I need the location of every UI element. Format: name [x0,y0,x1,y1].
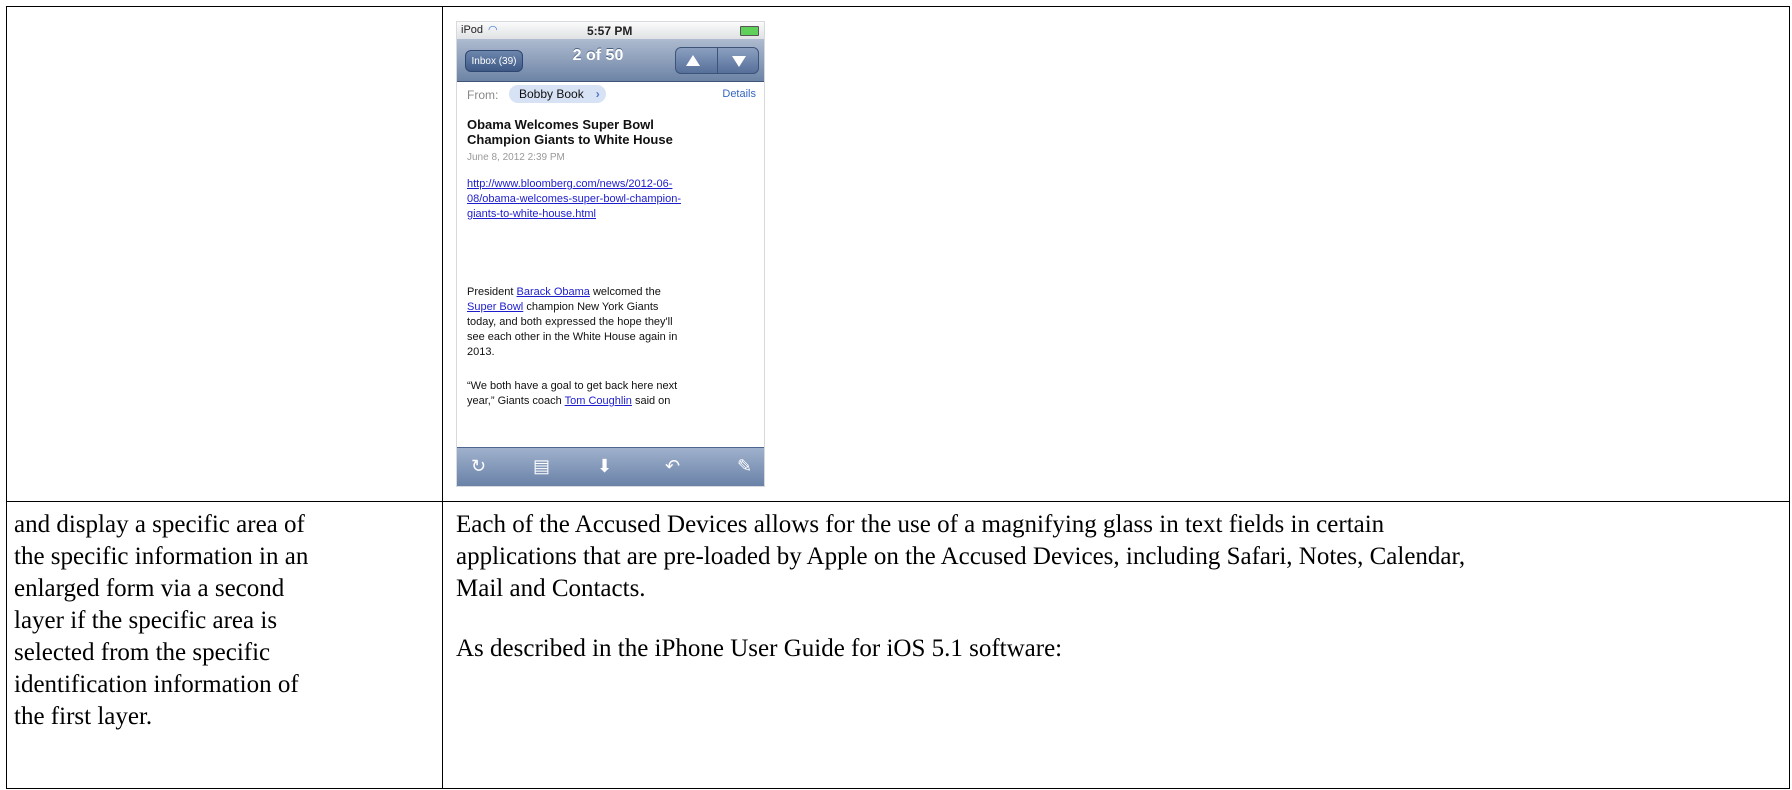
body-line: see each other in the White House again … [467,331,678,343]
compose-icon[interactable]: ✎ [737,456,752,476]
body-line: President Barack Obama welcomed the [467,285,755,300]
claim-line: the specific information in an [14,543,309,570]
email-subject: Obama Welcomes Super Bowl Champion Giant… [467,117,727,147]
claim-line: the first layer. [14,703,153,730]
evidence-paragraph-2: As described in the iPhone User Guide fo… [456,635,1063,662]
carrier-label: iPod [461,24,484,36]
claim-line: identification information of [14,671,299,698]
barack-obama-link[interactable]: Barack Obama [517,286,590,298]
email-date: June 8, 2012 2:39 PM [467,152,565,163]
mail-screenshot: iPod ◠ 5:57 PM Inbox (39) 2 of 50 From: … [456,21,765,487]
table-border-top [6,6,1790,7]
status-bar: iPod ◠ 5:57 PM [457,22,764,39]
message-counter: 2 of 50 [572,47,624,64]
mail-nav-bar: Inbox (39) 2 of 50 [457,39,764,82]
claim-element-text: and display a specific area of the speci… [14,509,434,733]
next-message-icon[interactable] [732,56,746,67]
super-bowl-link[interactable]: Super Bowl [467,301,523,313]
claim-line: layer if the specific area is [14,607,278,634]
email-paragraph-2: “We both have a goal to get back here ne… [467,379,755,409]
body-line: 2013. [467,346,495,358]
link-line: 08/obama-welcomes-super-bowl-champion- [467,193,681,205]
arrow-divider [717,48,718,73]
from-label: From: [467,88,499,102]
body-text-span: President [467,286,517,298]
claim-line: and display a specific area of [14,511,305,538]
link-line: giants-to-white-house.html [467,208,597,220]
evidence-text: Each of the Accused Devices allows for t… [456,509,1776,665]
table-border-left [6,6,7,789]
body-text-span: welcomed the [589,286,661,298]
sender-chip[interactable]: Bobby Book › [509,85,606,103]
battery-icon [740,26,759,36]
refresh-icon[interactable]: ↻ [471,456,486,476]
body-text-span: year,” Giants coach [467,395,565,407]
table-column-divider [442,6,443,789]
email-paragraph-1: President Barack Obama welcomed the Supe… [467,285,755,360]
sender-name: Bobby Book [519,87,584,101]
chevron-right-icon: › [595,87,600,101]
folder-icon[interactable]: ▤ [533,456,550,476]
body-text-span: said on [631,395,671,407]
article-link[interactable]: http://www.bloomberg.com/news/2012-06- 0… [467,177,747,222]
message-nav-arrows [675,47,759,74]
link-line: http://www.bloomberg.com/news/2012-06- [467,178,673,190]
table-border-bottom [6,788,1790,789]
body-line: today, and both expressed the hope they'… [467,316,673,328]
claim-line: selected from the specific [14,639,271,666]
move-icon[interactable]: ⬇ [597,456,612,476]
subject-line: Obama Welcomes Super Bowl [467,117,654,132]
evidence-paragraph-1: Each of the Accused Devices allows for t… [456,509,1776,605]
table-row-divider [6,501,1790,502]
details-link[interactable]: Details [722,88,756,100]
body-line: “We both have a goal to get back here ne… [467,380,678,392]
tom-coughlin-link[interactable]: Tom Coughlin [565,395,632,407]
evidence-line: applications that are pre-loaded by Appl… [456,543,1466,570]
subject-line: Champion Giants to White House [467,132,673,147]
reply-icon[interactable]: ↶ [665,456,680,476]
body-text-span: champion New York Giants [523,301,659,313]
table-border-right [1789,6,1790,789]
evidence-line: Each of the Accused Devices allows for t… [456,511,1385,538]
evidence-line: Mail and Contacts. [456,575,646,602]
mail-toolbar: ↻ ▤ ⬇ ↶ ✎ [457,447,764,486]
body-line: year,” Giants coach Tom Coughlin said on [467,394,755,409]
from-row: From: Bobby Book › Details [457,82,764,106]
inbox-back-button[interactable]: Inbox (39) [465,50,523,72]
wifi-icon: ◠ [488,24,498,36]
status-time: 5:57 PM [587,24,633,38]
body-line: Super Bowl champion New York Giants [467,300,755,315]
claim-line: enlarged form via a second [14,575,285,602]
previous-message-icon[interactable] [686,55,700,66]
